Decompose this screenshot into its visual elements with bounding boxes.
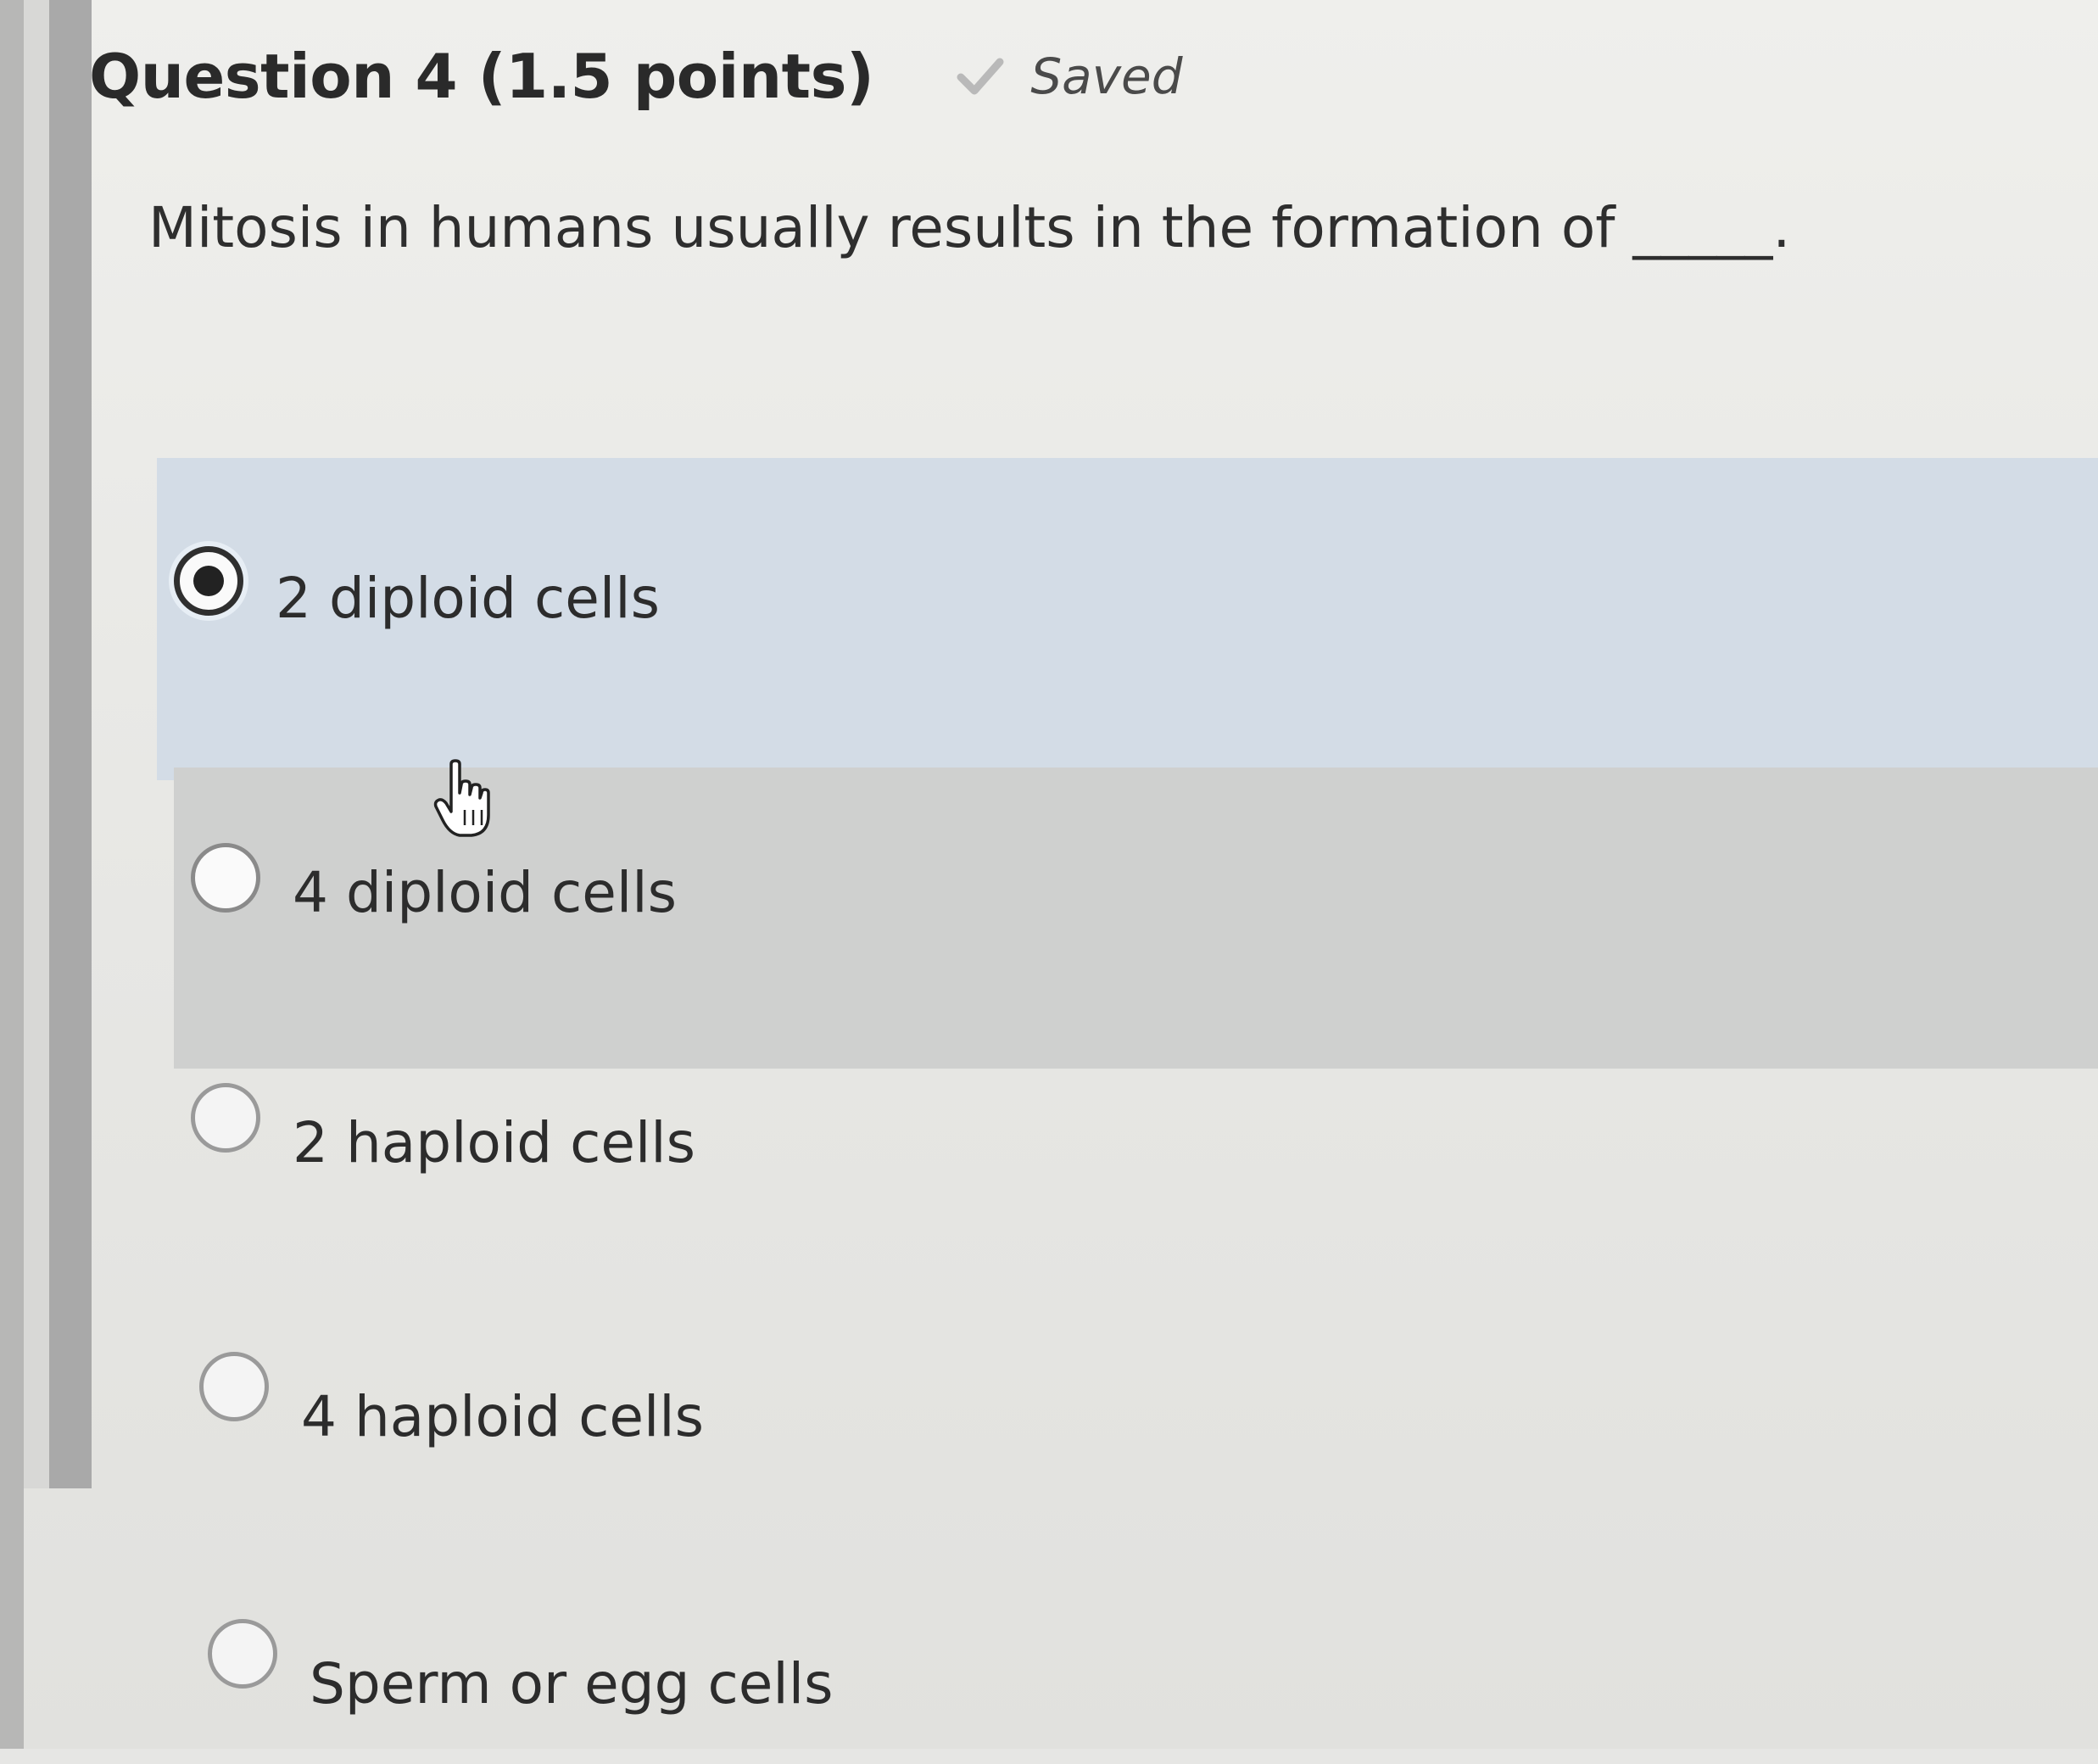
option-label: 4 haploid cells [301, 1383, 705, 1449]
save-status: Saved [954, 47, 1183, 105]
question-title: Question 4 (1.5 points) [89, 41, 874, 112]
left-edge-bar [0, 0, 24, 1749]
option-sperm-or-egg-cells[interactable]: Sperm or egg cells [191, 1594, 2098, 1764]
option-label: Sperm or egg cells [310, 1650, 834, 1717]
option-label: 2 diploid cells [276, 565, 660, 631]
radio-button[interactable] [191, 1082, 260, 1153]
hand-pointer-icon [433, 759, 490, 837]
saved-label: Saved [1030, 47, 1183, 105]
question-header: Question 4 (1.5 points) Saved [89, 41, 1183, 112]
option-label: 4 diploid cells [293, 860, 677, 925]
option-4-haploid-cells[interactable]: 4 haploid cells [182, 1323, 2098, 1501]
radio-button-selected[interactable] [174, 546, 243, 616]
option-2-haploid-cells[interactable]: 2 haploid cells [174, 1052, 2098, 1230]
option-label: 2 haploid cells [293, 1110, 696, 1175]
radio-button[interactable] [208, 1619, 277, 1689]
radio-button[interactable] [199, 1352, 269, 1421]
quiz-page: Question 4 (1.5 points) Saved Mitosis in… [0, 0, 2098, 1749]
question-accent-bar [24, 0, 92, 1488]
question-prompt: Mitosis in humans usually results in the… [148, 195, 1791, 260]
option-2-diploid-cells[interactable]: 2 diploid cells [157, 458, 2098, 780]
radio-button[interactable] [191, 843, 260, 913]
check-icon [957, 58, 1004, 95]
